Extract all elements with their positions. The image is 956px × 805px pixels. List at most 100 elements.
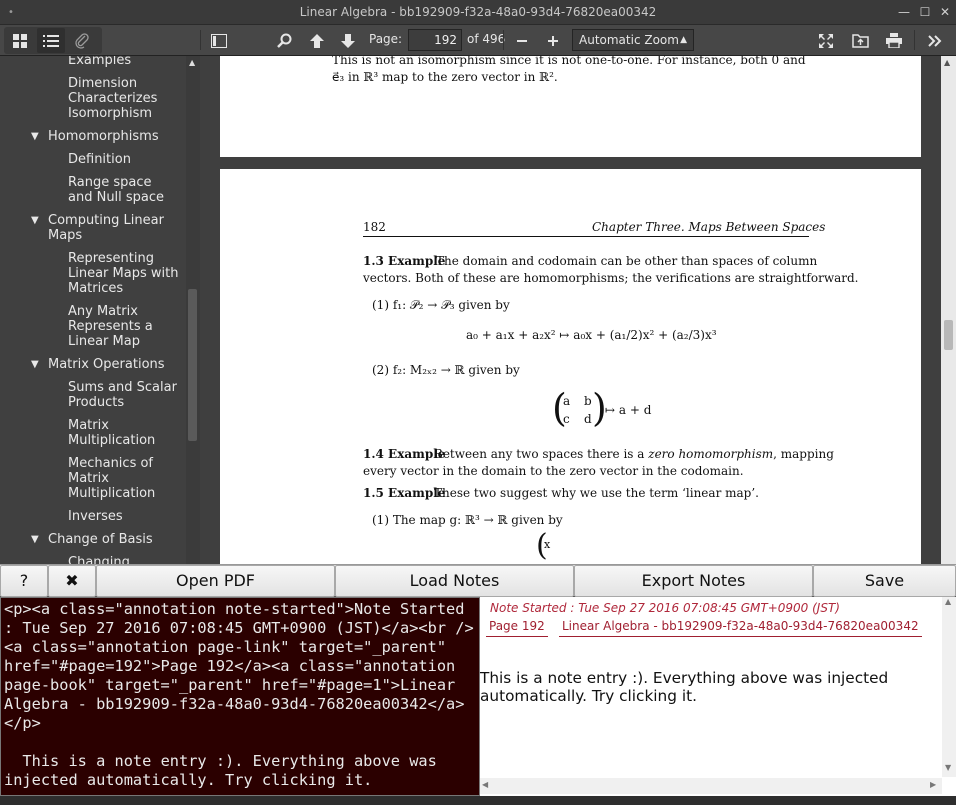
list-icon [43, 34, 59, 47]
page-text-part: Between any two spaces there is a [434, 447, 649, 461]
outline-item-range-space[interactable]: Range space and Null space [68, 175, 180, 205]
next-page-button[interactable] [334, 28, 362, 53]
page-text: The domain and codomain can be other tha… [436, 254, 818, 268]
arrow-up-icon [310, 33, 324, 48]
window-bottom-edge [0, 796, 956, 805]
outline-item-dimension-characterizes-isomorphism[interactable]: Dimension Characterizes Isomorphism [68, 76, 180, 121]
matrix-entry: b [584, 394, 592, 408]
page-label: Page: [369, 32, 403, 46]
zoom-out-button[interactable] [508, 28, 536, 53]
equation: ↦ a + d [605, 403, 652, 417]
sidebar-scrollbar-thumb[interactable] [188, 289, 197, 441]
find-button[interactable] [270, 28, 298, 53]
viewer-scrollbar[interactable]: ▲ [941, 56, 956, 564]
notes-preview: Note Started : Tue Sep 27 2016 07:08:45 … [480, 597, 956, 796]
maximize-button[interactable]: ☐ [915, 0, 935, 25]
scroll-up-arrow-icon[interactable]: ▲ [945, 597, 951, 606]
page-text: every vector in the domain to the zero v… [363, 464, 744, 478]
pdf-viewer[interactable]: This is not an isomorphism since it is n… [200, 56, 941, 564]
outline-item-matrix-multiplication[interactable]: Matrix Multiplication [68, 418, 180, 448]
plus-icon [548, 35, 558, 46]
previous-page-button[interactable] [303, 28, 331, 53]
zoom-select[interactable]: Automatic Zoom ▲ [572, 29, 694, 51]
minus-icon [517, 39, 527, 42]
minimize-button[interactable]: — [894, 0, 914, 25]
scroll-left-arrow-icon[interactable]: ◀ [482, 780, 488, 789]
double-chevron-right-icon [928, 34, 942, 47]
scroll-down-arrow-icon[interactable]: ▼ [945, 763, 951, 772]
arrow-down-icon [341, 33, 355, 48]
printer-icon [886, 33, 902, 48]
note-body: This is a note entry :). Everything abov… [480, 669, 889, 705]
zoom-in-button[interactable] [539, 28, 567, 53]
outline-view-button[interactable] [37, 28, 65, 53]
load-notes-button[interactable]: Load Notes [335, 565, 574, 597]
outline-item-any-matrix-represents[interactable]: Any Matrix Represents a Linear Map [68, 304, 180, 349]
matrix-entry: c [563, 412, 570, 426]
collapse-triangle-icon[interactable]: ▼ [31, 534, 39, 545]
page-text: Between any two spaces there is a zero h… [434, 446, 834, 463]
zoom-select-value: Automatic Zoom [579, 33, 679, 47]
window-titlebar: • Linear Algebra - bb192909-f32a-48a0-93… [0, 0, 956, 25]
outline-item-mechanics-matrix-multiplication[interactable]: Mechanics of Matrix Multiplication [68, 456, 180, 501]
print-button[interactable] [880, 28, 908, 53]
open-file-button[interactable] [846, 28, 874, 53]
outline-item-change-of-basis[interactable]: Change of Basis [48, 532, 182, 547]
grid-icon [13, 33, 27, 48]
toolbar-separator [503, 30, 504, 50]
page-text: vectors. Both of these are homomorphisms… [363, 271, 859, 285]
outline-item-homomorphisms[interactable]: Homomorphisms [48, 129, 182, 144]
outline-item-changing[interactable]: Changing [68, 555, 180, 564]
collapse-triangle-icon[interactable]: ▼ [31, 215, 39, 226]
updown-icon: ▲ [680, 35, 687, 45]
export-notes-button[interactable]: Export Notes [574, 565, 813, 597]
outline-item-computing-linear-maps[interactable]: Computing Linear Maps [48, 213, 182, 243]
outline-sidebar: Examples Dimension Characterizes Isomorp… [0, 56, 200, 564]
folder-open-icon [851, 34, 869, 48]
scroll-right-arrow-icon[interactable]: ▶ [930, 780, 936, 789]
window-title: Linear Algebra - bb192909-f32a-48a0-93d4… [299, 5, 657, 19]
outline-item-inverses[interactable]: Inverses [68, 509, 180, 524]
page-number-input[interactable]: 192 [408, 29, 462, 51]
open-pdf-button[interactable]: Open PDF [96, 565, 335, 597]
preview-horizontal-scrollbar[interactable]: ◀ ▶ [480, 778, 942, 794]
save-button[interactable]: Save [813, 565, 956, 597]
outline-item-examples[interactable]: Examples [68, 56, 180, 68]
running-head: Chapter Three. Maps Between Spaces [592, 220, 826, 234]
vector-entry: x [544, 538, 551, 551]
thumbnail-view-button[interactable] [6, 28, 34, 53]
page-text: This is not an isomorphism since it is n… [332, 56, 806, 67]
attachments-view-button[interactable] [68, 28, 96, 53]
close-notes-button[interactable]: ✖ [48, 565, 96, 597]
toolbar-separator [914, 30, 915, 50]
outline-item-matrix-operations[interactable]: Matrix Operations [48, 357, 182, 372]
outline-item-definition[interactable]: Definition [68, 152, 180, 167]
outline-item-sums-scalar-products[interactable]: Sums and Scalar Products [68, 380, 180, 410]
help-button[interactable]: ? [0, 565, 48, 597]
tools-menu-button[interactable] [921, 28, 949, 53]
sidebar-toggle-icon [211, 33, 227, 48]
close-window-button[interactable]: ✕ [935, 0, 955, 25]
presentation-mode-button[interactable] [812, 28, 840, 53]
window-menu-icon[interactable]: • [8, 0, 14, 25]
scroll-up-arrow-icon[interactable]: ▲ [189, 58, 195, 67]
collapse-triangle-icon[interactable]: ▼ [31, 359, 39, 370]
scroll-up-arrow-icon[interactable]: ▲ [944, 58, 950, 67]
page-text: (1) f₁: 𝒫₂ → 𝒫₃ given by [372, 298, 510, 312]
outline-item-representing-linear-maps[interactable]: Representing Linear Maps with Matrices [68, 251, 180, 296]
note-started-annotation: Note Started : Tue Sep 27 2016 07:08:45 … [490, 601, 840, 615]
toggle-sidebar-button[interactable] [205, 28, 233, 53]
header-rule [363, 236, 809, 237]
paperclip-icon [75, 32, 89, 49]
notes-editor[interactable]: <p><a class="annotation note-started">No… [0, 597, 480, 796]
collapse-triangle-icon[interactable]: ▼ [31, 131, 39, 142]
page-text: (2) f₂: M₂ₓ₂ → ℝ given by [372, 363, 520, 377]
page-link[interactable]: Page 192 [486, 618, 548, 637]
search-icon [276, 33, 291, 48]
viewer-scrollbar-thumb[interactable] [944, 320, 953, 350]
book-link[interactable]: Linear Algebra - bb192909-f32a-48a0-93d4… [559, 618, 922, 637]
matrix-entry: d [584, 412, 592, 426]
equation: a₀ + a₁x + a₂x² ↦ a₀x + (a₁/2)x² + (a₂/3… [466, 328, 717, 342]
matrix-entry: a [563, 394, 571, 408]
preview-scrollbar[interactable]: ▲ ▼ [942, 597, 956, 777]
